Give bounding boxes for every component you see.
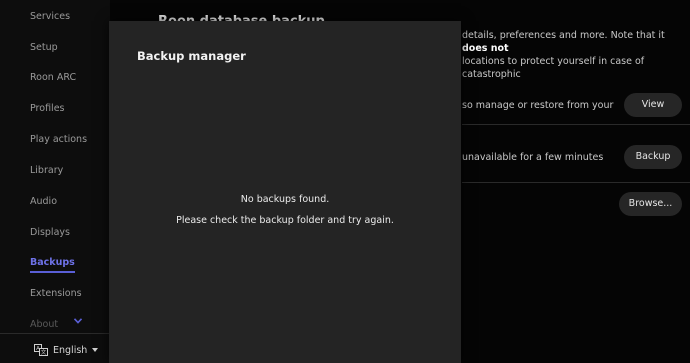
- row-text-view: so manage or restore from your: [462, 100, 614, 111]
- dialog-title: Backup manager: [137, 49, 246, 63]
- sidebar-divider: [0, 333, 110, 334]
- empty-state-message: No backups found.: [240, 194, 330, 205]
- sidebar-item-about[interactable]: About: [30, 319, 58, 330]
- empty-state-hint: Please check the backup folder and try a…: [176, 215, 394, 226]
- backup-manager-dialog: Backup manager No backups found. Please …: [109, 21, 461, 363]
- settings-sidebar: Services Setup Roon ARC Profiles Play ac…: [0, 0, 110, 363]
- translate-icon: A 文: [34, 344, 48, 356]
- sidebar-item-audio[interactable]: Audio: [30, 196, 57, 207]
- row-text-backup: unavailable for a few minutes: [462, 152, 604, 163]
- sidebar-item-profiles[interactable]: Profiles: [30, 103, 65, 114]
- svg-text:文: 文: [41, 348, 47, 356]
- sidebar-item-services[interactable]: Services: [30, 11, 70, 22]
- sidebar-item-backups[interactable]: Backups: [30, 257, 75, 273]
- sidebar-item-setup[interactable]: Setup: [30, 42, 58, 53]
- row-divider: [462, 124, 690, 125]
- chevron-down-icon[interactable]: [74, 318, 82, 324]
- caret-down-icon: [92, 348, 99, 352]
- sidebar-item-play-actions[interactable]: Play actions: [30, 134, 87, 145]
- backup-button[interactable]: Backup: [624, 145, 682, 169]
- view-button[interactable]: View: [624, 93, 682, 117]
- sidebar-item-displays[interactable]: Displays: [30, 227, 70, 238]
- sidebar-item-roon-arc[interactable]: Roon ARC: [30, 72, 76, 83]
- language-selector[interactable]: A 文 English: [34, 344, 99, 356]
- browse-button[interactable]: Browse...: [619, 192, 682, 216]
- sidebar-item-library[interactable]: Library: [30, 165, 63, 176]
- section-description: details, preferences and more. Note that…: [462, 30, 665, 80]
- row-divider: [462, 182, 690, 183]
- language-label: English: [53, 344, 88, 356]
- sidebar-item-extensions[interactable]: Extensions: [30, 288, 82, 299]
